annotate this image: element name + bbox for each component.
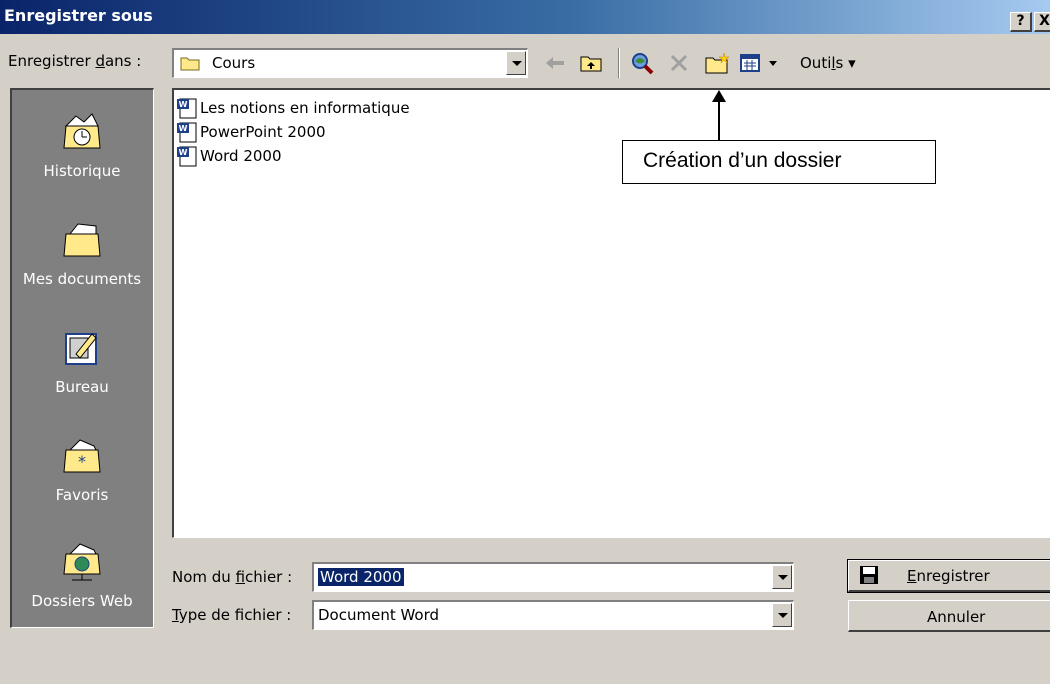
word-document-icon: W [177, 146, 197, 167]
file-name: Word 2000 [200, 147, 282, 165]
tools-menu[interactable]: Outils ▾ [800, 54, 856, 72]
place-label: Favoris [55, 486, 109, 504]
look-in-label-prefix: Enregistrer [8, 52, 96, 70]
my-documents-icon [63, 223, 101, 257]
place-history[interactable]: Historique [12, 112, 152, 180]
file-type-value: Document Word [318, 606, 440, 624]
close-button[interactable]: X [1034, 12, 1050, 32]
favorites-icon: * [63, 439, 101, 473]
views-icon[interactable] [738, 50, 786, 76]
look-in-label-suffix: ans : [104, 52, 142, 70]
word-document-icon: W [177, 122, 197, 143]
place-label: Bureau [55, 378, 109, 396]
floppy-disk-icon [860, 566, 878, 584]
title-bar: Enregistrer sous ? X [0, 0, 1050, 34]
desktop-icon [65, 333, 97, 365]
annotation-callout: Création d’un dossier [622, 140, 936, 184]
file-type-label: Type de fichier : [172, 606, 291, 624]
file-name: Les notions en informatique [200, 99, 410, 117]
list-item[interactable]: W Word 2000 [176, 144, 282, 168]
annotation-arrow-line [718, 96, 720, 140]
file-name-value: Word 2000 [318, 568, 404, 586]
cancel-button-label: Annuler [927, 608, 986, 626]
save-label-suffix: nregistrer [916, 567, 990, 585]
file-name-label: Nom du fichier : [172, 568, 292, 586]
list-item[interactable]: W PowerPoint 2000 [176, 120, 326, 144]
svg-text:W: W [179, 124, 188, 133]
svg-text:*: * [78, 452, 86, 471]
window-title: Enregistrer sous [4, 6, 153, 25]
place-favorites[interactable]: * Favoris [12, 436, 152, 504]
search-web-icon[interactable] [626, 50, 658, 76]
save-button[interactable]: Enregistrer [847, 559, 1050, 593]
file-type-label-accel: T [172, 606, 179, 624]
chevron-down-icon[interactable] [772, 603, 792, 627]
places-bar: Historique Mes documents Bureau * Favori… [10, 88, 154, 628]
place-label: Mes documents [22, 270, 142, 288]
toolbar-separator [618, 48, 620, 78]
help-button[interactable]: ? [1010, 12, 1032, 32]
word-document-icon: W [177, 98, 197, 119]
svg-text:W: W [179, 100, 188, 109]
file-name-label-suffix: ichier : [245, 568, 293, 586]
new-folder-icon[interactable] [702, 50, 734, 76]
chevron-down-icon[interactable] [772, 565, 792, 589]
file-type-select[interactable]: Document Word [312, 600, 794, 630]
look-in-label: Enregistrer dans : [8, 52, 141, 70]
tools-label-prefix: Outi [800, 54, 832, 72]
save-button-label: Enregistrer [907, 567, 990, 585]
place-my-documents[interactable]: Mes documents [12, 220, 152, 288]
file-name-label-accel: f [235, 568, 246, 586]
history-icon [63, 113, 101, 149]
look-in-dropdown[interactable]: Cours [172, 48, 528, 78]
place-label: Historique [43, 162, 121, 180]
list-item[interactable]: W Les notions en informatique [176, 96, 410, 120]
delete-icon[interactable] [664, 50, 694, 76]
svg-text:W: W [179, 148, 188, 157]
file-type-label-suffix: ype de fichier : [178, 606, 292, 624]
web-folders-icon [63, 543, 101, 581]
chevron-down-icon[interactable] [506, 51, 526, 75]
place-desktop[interactable]: Bureau [12, 328, 152, 396]
cancel-button[interactable]: Annuler [848, 600, 1050, 632]
place-label: Dossiers Web [31, 592, 133, 610]
folder-icon [180, 57, 200, 71]
file-name-input[interactable]: Word 2000 [312, 562, 794, 592]
file-name: PowerPoint 2000 [200, 123, 326, 141]
back-icon[interactable] [540, 50, 570, 76]
look-in-label-accel: d [95, 52, 105, 70]
tools-label-suffix: s [835, 54, 844, 72]
up-folder-icon[interactable] [576, 50, 606, 76]
file-name-label-prefix: Nom du [172, 568, 236, 586]
look-in-value: Cours [212, 54, 256, 72]
place-web-folders[interactable]: Dossiers Web [12, 542, 152, 610]
chevron-down-icon: ▾ [848, 54, 856, 72]
